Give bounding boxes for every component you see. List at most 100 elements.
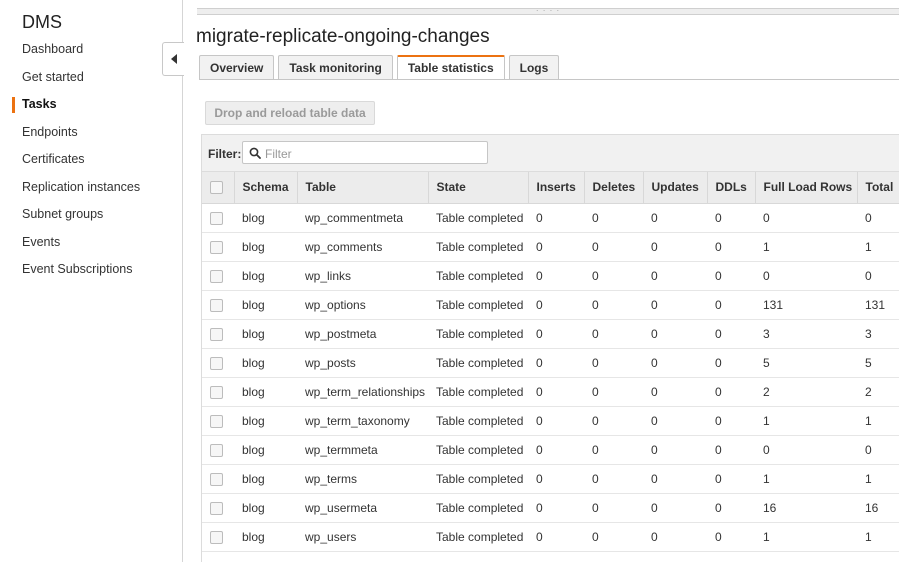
column-header-schema[interactable]: Schema (233, 172, 297, 204)
sidebar-item-event-subscriptions[interactable]: Event Subscriptions (0, 256, 182, 284)
row-checkbox[interactable] (210, 211, 223, 225)
cell-updates: 0 (651, 500, 658, 515)
select-all-checkbox[interactable] (210, 181, 223, 195)
cell-inserts: 0 (536, 297, 543, 312)
column-header-inserts[interactable]: Inserts (527, 172, 584, 204)
sidebar-item-events[interactable]: Events (0, 229, 182, 257)
sidebar-item-subnet-groups[interactable]: Subnet groups (0, 201, 182, 229)
cell-updates: 0 (651, 297, 658, 312)
cell-schema: blog (242, 500, 265, 515)
row-checkbox[interactable] (210, 443, 223, 457)
cell-full-load-rows: 0 (763, 442, 770, 457)
table-row[interactable]: blog wp_term_taxonomy Table completed 0 0 0 0 1… (202, 406, 899, 435)
row-checkbox[interactable] (210, 472, 223, 486)
tab-overview[interactable]: Overview (199, 55, 275, 80)
filter-input[interactable] (263, 144, 487, 163)
cell-schema: blog (242, 268, 265, 283)
tab-table-statistics[interactable]: Table statistics (396, 55, 505, 80)
cell-full-load-rows: 1 (763, 529, 770, 544)
row-checkbox[interactable] (210, 269, 223, 283)
table-row[interactable]: blog wp_term_relationships Table completed… (202, 377, 899, 406)
cell-state: Table completed (436, 500, 524, 515)
sidebar-item-dashboard[interactable]: Dashboard (0, 36, 182, 64)
cell-ddls: 0 (715, 355, 722, 370)
cell-inserts: 0 (536, 529, 543, 544)
filter-box[interactable] (242, 141, 488, 164)
search-icon (249, 147, 261, 159)
column-header-full-load-rows[interactable]: Full Load Rows (754, 172, 857, 204)
cell-inserts: 0 (536, 326, 543, 341)
cell-inserts: 0 (536, 355, 543, 370)
table-statistics-table: Schema Table State Inserts Deletes Updates DDL… (202, 172, 899, 552)
cell-schema: blog (242, 210, 265, 225)
cell-state: Table completed (436, 413, 524, 428)
table-row[interactable]: blog wp_comments Table completed 0 0 0 0 1 1 (202, 232, 899, 261)
sidebar-nav: Dashboard Get started Tasks Endpoints Certif… (0, 36, 182, 284)
cell-ddls: 0 (715, 268, 722, 283)
collapse-sidebar-button[interactable] (162, 42, 184, 76)
row-checkbox[interactable] (210, 385, 223, 399)
cell-full-load-rows: 16 (763, 500, 777, 515)
row-select-cell (202, 493, 234, 522)
cell-deletes: 0 (592, 355, 599, 370)
cell-schema: blog (242, 442, 265, 457)
cell-updates: 0 (651, 471, 658, 486)
row-checkbox[interactable] (210, 356, 223, 370)
row-checkbox[interactable] (210, 240, 223, 254)
table-row[interactable]: blog wp_posts Table completed 0 0 0 0 5 5 (202, 348, 899, 377)
sidebar-item-get-started[interactable]: Get started (0, 64, 182, 92)
row-select-cell (202, 232, 234, 261)
cell-full-load-rows: 131 (763, 297, 784, 312)
cell-updates: 0 (651, 239, 658, 254)
column-header-updates[interactable]: Updates (642, 172, 707, 204)
column-header-deletes[interactable]: Deletes (583, 172, 643, 204)
row-checkbox[interactable] (210, 501, 223, 515)
row-select-cell (202, 203, 234, 232)
sidebar-item-tasks[interactable]: Tasks (0, 91, 182, 119)
table-row[interactable]: blog wp_termmeta Table completed 0 0 0 0 0 0 (202, 435, 899, 464)
cell-deletes: 0 (592, 471, 599, 486)
column-header-ddls[interactable]: DDLs (706, 172, 755, 204)
cell-ddls: 0 (715, 500, 722, 515)
cell-table: wp_links (305, 268, 352, 283)
cell-total: 3 (865, 326, 872, 341)
tab-logs[interactable]: Logs (508, 55, 560, 80)
cell-ddls: 0 (715, 297, 722, 312)
cell-deletes: 0 (592, 268, 599, 283)
cell-schema: blog (242, 297, 265, 312)
table-row[interactable]: blog wp_terms Table completed 0 0 0 0 1 1 (202, 464, 899, 493)
column-header-total[interactable]: Total (856, 172, 899, 204)
table-row[interactable]: blog wp_postmeta Table completed 0 0 0 0 3 3 (202, 319, 899, 348)
table-header-row: Schema Table State Inserts Deletes Updates DDL… (202, 172, 899, 204)
table-body: blog wp_commentmeta Table completed 0 0 0 0 0 0 b… (202, 203, 899, 551)
table-row[interactable]: blog wp_options Table completed 0 0 0 0 131 131 (202, 290, 899, 319)
cell-table: wp_options (305, 297, 366, 312)
sidebar-item-endpoints[interactable]: Endpoints (0, 119, 182, 147)
row-select-cell (202, 464, 234, 493)
tab-task-monitoring[interactable]: Task monitoring (278, 55, 393, 80)
row-select-cell (202, 348, 234, 377)
cell-updates: 0 (651, 413, 658, 428)
table-row[interactable]: blog wp_usermeta Table completed 0 0 0 0 16 16 (202, 493, 899, 522)
cell-deletes: 0 (592, 297, 599, 312)
row-checkbox[interactable] (210, 414, 223, 428)
cell-table: wp_commentmeta (305, 210, 404, 225)
table-row[interactable]: blog wp_commentmeta Table completed 0 0 0 0 0 0 (202, 203, 899, 232)
column-header-state[interactable]: State (427, 172, 528, 204)
cell-updates: 0 (651, 210, 658, 225)
row-checkbox[interactable] (210, 327, 223, 341)
cell-ddls: 0 (715, 326, 722, 341)
sidebar-item-replication-instances[interactable]: Replication instances (0, 174, 182, 202)
cell-total: 1 (865, 413, 872, 428)
row-checkbox[interactable] (210, 530, 223, 544)
row-select-cell (202, 261, 234, 290)
cell-table: wp_usermeta (305, 500, 378, 515)
drop-and-reload-button[interactable]: Drop and reload table data (205, 101, 375, 125)
table-row[interactable]: blog wp_users Table completed 0 0 0 0 1 1 (202, 522, 899, 551)
column-header-table[interactable]: Table (296, 172, 428, 204)
table-row[interactable]: blog wp_links Table completed 0 0 0 0 0 0 (202, 261, 899, 290)
row-checkbox[interactable] (210, 298, 223, 312)
resize-handle[interactable]: · · · · (197, 7, 899, 15)
sidebar-item-certificates[interactable]: Certificates (0, 146, 182, 174)
cell-state: Table completed (436, 384, 524, 399)
